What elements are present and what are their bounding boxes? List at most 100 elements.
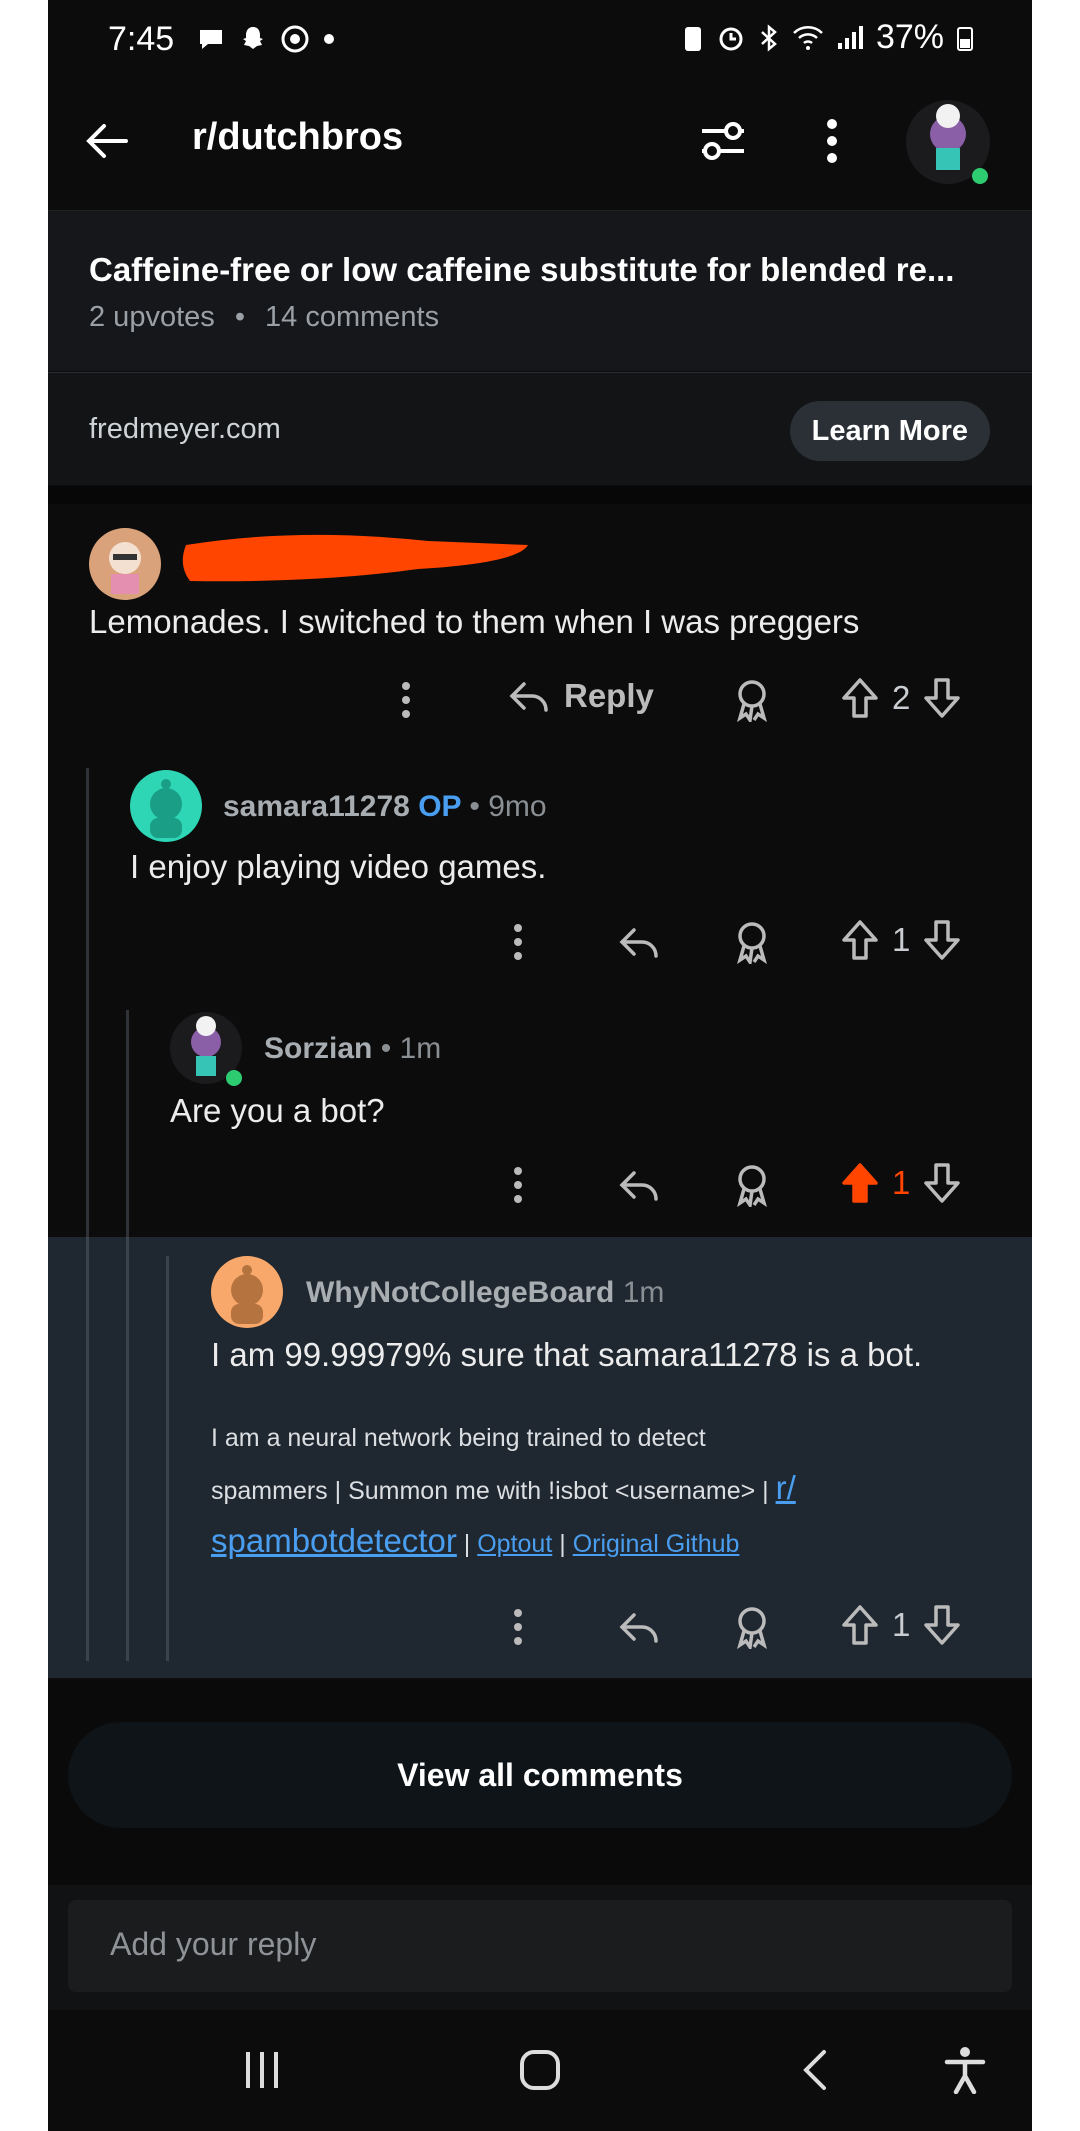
filter-icon[interactable] [696,114,750,168]
comment-time: 1m [622,1276,665,1309]
post-meta: 2 upvotes • 14 comments [89,301,439,334]
footnote-line-2: spammers | Summon me with !isbot <userna… [211,1463,931,1516]
comment-username[interactable]: Sorzian [264,1032,372,1065]
comment-text: I am 99.99979% sure that samara11278 is … [211,1336,923,1373]
comment-actions: 1 [48,912,1032,972]
battery-icon [957,26,973,51]
reply-icon[interactable] [618,922,660,962]
upvote-icon[interactable] [840,918,880,962]
reply-icon[interactable] [618,1607,660,1647]
avatar-icon [109,542,141,594]
chrome-icon [281,25,309,53]
footnote-line-1: I am a neural network being trained to d… [211,1424,706,1452]
back-arrow-icon[interactable] [82,116,132,166]
downvote-icon[interactable] [922,918,962,962]
commenter-avatar[interactable] [211,1256,283,1328]
comment-time: • 9mo [469,790,547,823]
comment-username[interactable]: samara11278 [223,790,410,823]
optout-link[interactable]: Optout [477,1530,552,1558]
link-separator: | [559,1530,566,1558]
online-indicator [972,168,988,184]
footnote-line-3: spambotdetector | Optout | Original Gith… [211,1516,931,1569]
comment-more-icon[interactable] [510,1163,526,1207]
commenter-avatar[interactable] [130,770,202,842]
system-nav-bar [48,2010,1032,2131]
meta-separator: • [234,301,245,333]
system-icons: 37% [682,18,974,57]
comment-text: I enjoy playing video games. [130,848,547,885]
signal-icon [837,25,863,49]
reply-icon [509,682,548,712]
promoted-ad[interactable]: fredmeyer.com Learn More [48,372,1032,485]
chat-icon [200,30,222,49]
vote-controls: 1 [840,918,962,962]
app-header: r/dutchbros [48,88,1032,208]
status-time: 7:45 [108,20,175,58]
bot-footnote: I am a neural network being trained to d… [211,1413,931,1569]
commenter-avatar[interactable] [89,528,161,600]
phone-screen: 7:45 37% r/dutchbros Caffeine-free or lo… [48,0,1032,2131]
comment-more-icon[interactable] [510,1605,526,1649]
reply-button[interactable]: Reply [508,676,654,716]
status-bar: 7:45 37% [48,0,1032,88]
dot-icon [324,34,334,44]
accessibility-icon[interactable] [942,2046,988,2094]
subreddit-title[interactable]: r/dutchbros [192,116,403,159]
upvote-filled-icon[interactable] [840,1161,880,1205]
footnote-line-2-text: spammers | Summon me with !isbot <userna… [211,1477,769,1505]
upvote-icon[interactable] [840,676,880,720]
upvote-count: 2 upvotes [89,301,215,333]
downvote-icon[interactable] [922,1603,962,1647]
notification-icons [196,24,336,54]
reply-icon[interactable] [618,1165,660,1205]
award-icon[interactable] [732,1163,772,1207]
alarm-icon [719,27,743,50]
spambotdetector-link[interactable]: spambotdetector [211,1522,457,1559]
home-icon[interactable] [516,2046,564,2094]
reply-placeholder: Add your reply [110,1926,317,1962]
comment-more-icon[interactable] [398,678,414,722]
vote-count: 2 [892,679,911,716]
section-divider [48,486,1032,504]
award-icon[interactable] [732,920,772,964]
vote-controls: 1 [840,1603,962,1647]
post-summary[interactable]: Caffeine-free or low caffeine substitute… [48,210,1032,371]
redacted-username-mark [182,534,529,582]
comment-username-line: WhyNotCollegeBoard 1m [306,1276,664,1310]
comment-actions: Reply 2 [48,670,1032,730]
comment-more-icon[interactable] [510,920,526,964]
upvote-icon[interactable] [840,1603,880,1647]
online-indicator [226,1070,242,1086]
vote-controls: 2 [840,676,962,720]
vote-controls: 1 [840,1161,962,1205]
bluetooth-icon [761,23,777,52]
post-title[interactable]: Caffeine-free or low caffeine substitute… [89,251,954,289]
ad-domain[interactable]: fredmeyer.com [89,413,281,446]
comment-actions: 1 [48,1155,1032,1215]
comment-username[interactable]: WhyNotCollegeBoard [306,1276,614,1309]
comment-username-line: Sorzian • 1m [264,1032,441,1066]
battery-percent: 37% [875,18,944,56]
recent-apps-icon[interactable] [240,2048,284,2092]
op-badge: OP [418,790,462,823]
comment-time: • 1m [380,1032,442,1065]
vote-count: 1 [892,1164,911,1201]
back-icon[interactable] [796,2048,836,2092]
more-options-icon[interactable] [822,116,842,166]
battery-saver-icon [684,26,701,51]
comment-actions: 1 [48,1597,1032,1657]
downvote-icon[interactable] [922,676,962,720]
downvote-icon[interactable] [922,1161,962,1205]
comment-text: Lemonades. I switched to them when I was… [89,603,860,640]
award-icon[interactable] [732,678,772,722]
default-avatar-icon [231,1265,263,1324]
default-avatar-icon [150,779,182,838]
award-icon[interactable] [732,1605,772,1649]
subreddit-link-prefix[interactable]: r/ [776,1469,796,1506]
view-all-comments-button[interactable]: View all comments [68,1722,1012,1828]
reply-input[interactable]: Add your reply [68,1900,1012,1992]
learn-more-button[interactable]: Learn More [789,401,990,461]
github-link[interactable]: Original Github [573,1530,740,1558]
comment-username-line: samara11278 OP • 9mo [223,790,547,824]
link-separator: | [463,1530,471,1558]
